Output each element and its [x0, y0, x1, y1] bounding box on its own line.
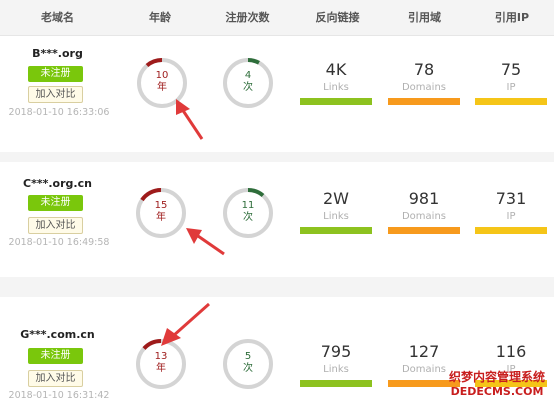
ref-domains-bar [388, 227, 460, 234]
arrow-annotation-2 [186, 228, 225, 256]
ref-domains-bar [388, 98, 460, 105]
header-age: 年龄 [149, 11, 171, 24]
datetime: 2018-01-10 16:31:42 [8, 390, 110, 401]
reg-count-value: 11 [241, 200, 255, 211]
backlinks-metric: 795 Links [296, 343, 376, 387]
backlinks-metric: 2W Links [296, 190, 376, 234]
backlinks-label: Links [323, 82, 349, 93]
header-ref-ip: 引用IP [494, 11, 530, 24]
ref-ip-metric: 731 IP [471, 190, 551, 234]
row-divider [0, 152, 554, 162]
reg-count-value: 4 [244, 70, 252, 81]
reg-count-ring: 4 次 [221, 56, 275, 110]
add-compare-button[interactable]: 加入对比 [28, 217, 83, 234]
header-backlinks: 反向链接 [315, 11, 360, 24]
ref-ip-value: 116 [495, 342, 527, 361]
header-reg-count: 注册次数 [225, 11, 270, 24]
age-unit: 年 [157, 82, 167, 93]
backlinks-bar [300, 227, 372, 234]
reg-count-unit: 次 [243, 82, 253, 93]
age-value: 15 [154, 200, 168, 211]
ref-domains-metric: 78 Domains [384, 61, 464, 105]
ref-ip-bar [475, 227, 547, 234]
reg-count-ring: 5 次 [221, 337, 275, 391]
reg-count-unit: 次 [243, 363, 253, 374]
ref-domains-value: 78 [413, 60, 435, 79]
header-ref-domains: 引用域 [408, 11, 441, 24]
backlinks-value: 4K [325, 60, 347, 79]
ref-ip-value: 731 [495, 189, 527, 208]
table-row: B***.org 未注册 加入对比 2018-01-10 16:33:06 10… [0, 37, 554, 152]
ref-ip-bar [475, 98, 547, 105]
datetime: 2018-01-10 16:49:58 [8, 237, 110, 248]
table-header: 老域名 年龄 注册次数 反向链接 引用域 引用IP [0, 0, 554, 36]
ref-domains-value: 127 [408, 342, 440, 361]
header-domain: 老域名 [41, 11, 74, 24]
age-unit: 年 [156, 363, 166, 374]
add-compare-button[interactable]: 加入对比 [28, 370, 83, 387]
ref-domains-metric: 981 Domains [384, 190, 464, 234]
datetime: 2018-01-10 16:33:06 [8, 107, 110, 118]
domain-name[interactable]: B***.org [0, 47, 115, 60]
domain-name[interactable]: G***.com.cn [0, 328, 115, 341]
status-badge: 未注册 [28, 195, 83, 211]
backlinks-label: Links [323, 211, 349, 222]
backlinks-value: 2W [323, 189, 349, 208]
row-divider [0, 277, 554, 297]
ref-ip-label: IP [506, 211, 516, 222]
backlinks-value: 795 [320, 342, 352, 361]
reg-count-value: 5 [244, 351, 252, 362]
watermark-line-2: DEDECMS.COM [450, 385, 544, 398]
arrow-annotation-1 [176, 99, 204, 140]
backlinks-bar [300, 98, 372, 105]
ref-ip-value: 75 [500, 60, 522, 79]
ref-domains-label: Domains [401, 211, 446, 222]
ref-ip-label: IP [506, 82, 516, 93]
status-badge: 未注册 [28, 66, 83, 82]
status-badge: 未注册 [28, 348, 83, 364]
age-value: 10 [155, 70, 169, 81]
arrow-annotation-3 [161, 302, 210, 346]
add-compare-button[interactable]: 加入对比 [28, 86, 83, 103]
ref-domains-value: 981 [408, 189, 440, 208]
ref-domains-label: Domains [401, 82, 446, 93]
domain-name[interactable]: C***.org.cn [0, 177, 115, 190]
watermark: 织梦内容管理系统 DEDECMS.COM [442, 370, 552, 399]
backlinks-bar [300, 380, 372, 387]
age-value: 13 [154, 351, 168, 362]
ref-ip-metric: 75 IP [471, 61, 551, 105]
backlinks-label: Links [323, 364, 349, 375]
backlinks-metric: 4K Links [296, 61, 376, 105]
table-row: C***.org.cn 未注册 加入对比 2018-01-10 16:49:58… [0, 162, 554, 277]
watermark-line-1: 织梦内容管理系统 [448, 370, 545, 384]
